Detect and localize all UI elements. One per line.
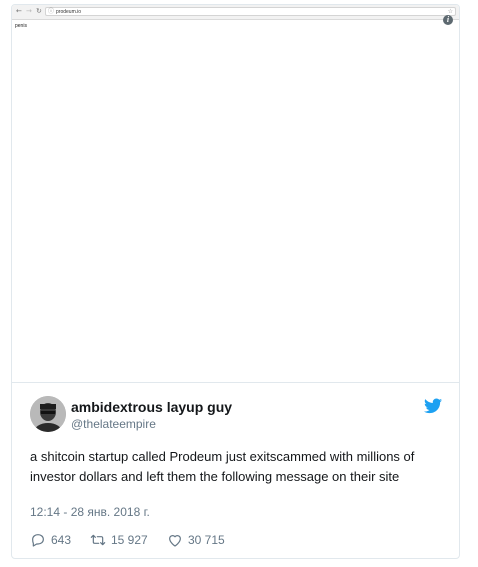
tweet-card: ← → ↻ ⓘ prodeum.io ☆ penis i ambidextrou…	[11, 4, 460, 559]
divider	[12, 382, 459, 383]
tweet-timestamp[interactable]: 12:14 - 28 янв. 2018 г.	[30, 505, 150, 519]
display-name[interactable]: ambidextrous layup guy	[71, 399, 232, 415]
reply-count: 643	[51, 533, 72, 547]
like-button[interactable]: 30 715	[167, 531, 225, 549]
tweet-text: a shitcoin startup called Prodeum just e…	[30, 449, 415, 484]
address-bar: ⓘ prodeum.io ☆	[45, 7, 456, 16]
forward-arrow-icon: →	[26, 7, 32, 15]
twitter-bird-icon[interactable]	[424, 398, 442, 414]
page-body-text: penis	[15, 23, 27, 29]
embedded-browser-screenshot: ← → ↻ ⓘ prodeum.io ☆ penis i	[12, 5, 459, 382]
retweet-button[interactable]: 15 927	[90, 531, 148, 549]
user-handle[interactable]: @thelateempire	[71, 417, 156, 431]
like-count: 30 715	[188, 533, 225, 547]
avatar[interactable]	[30, 396, 66, 432]
reply-icon	[32, 534, 44, 547]
info-circle-icon: ⓘ	[48, 8, 55, 15]
retweet-icon	[90, 534, 106, 546]
browser-toolbar: ← → ↻ ⓘ prodeum.io ☆	[12, 5, 459, 20]
address-url: prodeum.io	[56, 9, 82, 15]
reload-icon: ↻	[36, 7, 42, 15]
reply-button[interactable]: 643	[30, 531, 71, 549]
heart-icon	[169, 535, 181, 547]
back-arrow-icon: ←	[16, 7, 22, 15]
media-info-icon[interactable]: i	[443, 15, 453, 25]
retweet-count: 15 927	[111, 533, 148, 547]
